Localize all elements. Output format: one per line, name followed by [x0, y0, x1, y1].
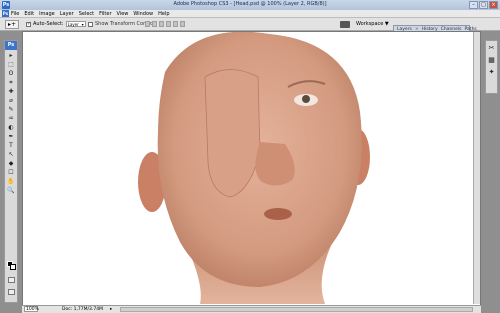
auto-select-label: Auto-Select: — [33, 21, 64, 27]
image-canvas[interactable] — [110, 32, 392, 304]
menu-select[interactable]: Select — [79, 11, 94, 17]
mouth — [264, 208, 292, 220]
menu-view[interactable]: View — [117, 11, 129, 17]
screen-mode-icon[interactable] — [8, 289, 15, 295]
horizontal-scrollbar[interactable] — [120, 307, 473, 312]
pen-tool-icon[interactable]: ✒ — [7, 133, 15, 140]
background-color-swatch[interactable] — [10, 264, 16, 270]
shape-tool-icon[interactable]: ◆ — [7, 160, 15, 167]
history-brush-icon[interactable]: ♒ — [7, 115, 15, 122]
auto-select-dropdown[interactable]: Layer — [65, 21, 86, 27]
document-window — [22, 31, 481, 306]
align-buttons — [145, 21, 185, 27]
crop-tool-icon[interactable]: ⌗ — [7, 79, 15, 86]
maximize-icon[interactable]: □ — [479, 1, 488, 9]
menu-layer[interactable]: Layer — [60, 11, 74, 17]
vertical-scrollbar[interactable] — [473, 32, 480, 304]
menu-bar: Ps File Edit Image Layer Select Filter V… — [0, 10, 500, 18]
status-bar: 100% Doc: 1,77M/3.74M ▸ — [22, 305, 481, 313]
move-tool-icon[interactable]: ▸ — [7, 52, 15, 59]
align-bottom-icon[interactable] — [159, 21, 164, 27]
auto-select-group: Auto-Select: Layer — [26, 21, 86, 27]
menu-edit[interactable]: Edit — [24, 11, 34, 17]
menu-filter[interactable]: Filter — [99, 11, 111, 17]
marquee-tool-icon[interactable]: ⬚ — [7, 61, 15, 68]
stamp-tool-icon[interactable]: ⌀ — [7, 97, 15, 104]
window-title: Adobe Photoshop CS3 - [Head.psd @ 100% (… — [173, 1, 327, 7]
bridge-icon[interactable] — [340, 21, 350, 28]
workspace-menu[interactable]: Workspace ▼ — [356, 21, 389, 27]
iris — [302, 95, 310, 103]
window-controls: – □ × — [469, 1, 498, 9]
align-left-icon[interactable] — [166, 21, 171, 27]
healing-tool-icon[interactable]: ✚ — [7, 88, 15, 95]
menu-file[interactable]: File — [11, 11, 19, 17]
show-transform-checkbox[interactable] — [88, 21, 93, 27]
zoom-field[interactable]: 100% — [24, 306, 39, 312]
quick-mask-icon[interactable] — [8, 277, 15, 283]
title-bar: Ps Adobe Photoshop CS3 - [Head.psd @ 100… — [0, 0, 500, 10]
align-top-icon[interactable] — [145, 21, 150, 27]
toolbox-header: Ps — [5, 41, 17, 50]
align-middle-icon[interactable] — [152, 21, 157, 27]
lasso-tool-icon[interactable]: ʘ — [7, 70, 15, 77]
doc-size: Doc: 1,77M/3.74M — [62, 307, 103, 312]
dodge-tool-icon[interactable]: ◐ — [7, 124, 15, 131]
brushes-icon[interactable]: ✦ — [489, 68, 495, 76]
navigator-icon[interactable]: ▦ — [488, 56, 495, 64]
tool-presets-icon[interactable]: ✂ — [489, 44, 495, 52]
align-center-icon[interactable] — [173, 21, 178, 27]
tools-panel: Ps ▸ ⬚ ʘ ⌗ ✚ ⌀ ✎ ♒ ◐ ✒ T ↖ ◆ ☐ ✋ 🔍 — [4, 40, 18, 303]
ps-menu-icon[interactable]: Ps — [2, 10, 9, 17]
menu-help[interactable]: Help — [158, 11, 169, 17]
zoom-tool-icon[interactable]: 🔍 — [7, 187, 15, 194]
menu-window[interactable]: Window — [133, 11, 153, 17]
hand-tool-icon[interactable]: ✋ — [7, 178, 15, 185]
align-right-icon[interactable] — [180, 21, 185, 27]
status-menu-arrow[interactable]: ▸ — [110, 306, 112, 313]
minimize-icon[interactable]: – — [469, 1, 478, 9]
palette-dock: ✂ ▦ ✦ — [485, 40, 498, 94]
type-tool-icon[interactable]: T — [7, 142, 15, 149]
close-icon[interactable]: × — [489, 1, 498, 9]
path-select-icon[interactable]: ↖ — [7, 151, 15, 158]
brush-tool-icon[interactable]: ✎ — [7, 106, 15, 113]
head-photo — [138, 32, 370, 304]
menu-image[interactable]: Image — [39, 11, 55, 17]
notes-tool-icon[interactable]: ☐ — [7, 169, 15, 176]
auto-select-checkbox[interactable] — [26, 21, 31, 27]
tool-preset-picker[interactable]: ▸+ — [5, 20, 19, 29]
